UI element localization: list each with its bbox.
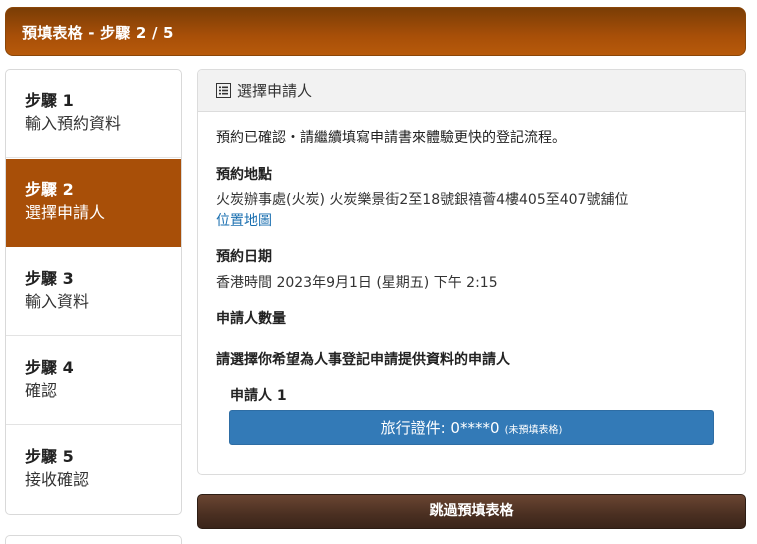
skip-prefill-button[interactable]: 跳過預填表格 [197, 494, 746, 529]
applicant-button-status: (未預填表格) [504, 425, 563, 436]
page-header: 預填表格 - 步驟 2 / 5 [5, 7, 746, 56]
step-number: 步驟 3 [25, 269, 74, 288]
step-name: 輸入預約資料 [25, 114, 122, 133]
step-number: 步驟 2 [25, 180, 74, 199]
step-4[interactable]: 步驟 4 確認 [6, 337, 181, 425]
step-number: 步驟 5 [25, 447, 74, 466]
steps-sidebar: 步驟 1 輸入預約資料 步驟 2 選擇申請人 步驟 3 輸入資料 步驟 4 確認… [5, 69, 182, 515]
step-2-active[interactable]: 步驟 2 選擇申請人 [6, 159, 181, 247]
step-name: 確認 [25, 381, 58, 400]
list-icon [216, 83, 231, 98]
location-map-link[interactable]: 位置地圖 [216, 210, 272, 230]
step-name: 選擇申請人 [25, 203, 106, 222]
applicant-1-button[interactable]: 旅行證件: 0****0 (未預填表格) [229, 410, 714, 445]
step-1[interactable]: 步驟 1 輸入預約資料 [6, 70, 181, 158]
select-applicant-panel: 選擇申請人 預約已確認・請繼續填寫申請書來體驗更快的登記流程。 預約地點 火炭辦… [197, 69, 746, 475]
location-label: 預約地點 [216, 167, 272, 183]
applicant-count-label: 申請人數量 [216, 311, 286, 327]
panel-header: 選擇申請人 [198, 70, 745, 112]
sidebar-secondary-box [5, 535, 182, 544]
location-value: 火炭辦事處(火炭) 火炭樂景街2至18號銀禧薈4樓405至407號舖位 [216, 192, 629, 208]
step-5[interactable]: 步驟 5 接收確認 [6, 426, 181, 514]
step-number: 步驟 1 [25, 91, 74, 110]
panel-title: 選擇申請人 [237, 82, 313, 100]
page-title: 預填表格 - 步驟 2 / 5 [22, 24, 174, 42]
step-name: 輸入資料 [25, 292, 90, 311]
step-name: 接收確認 [25, 470, 90, 489]
applicant-button-text: 旅行證件: 0****0 [380, 419, 500, 437]
date-value: 香港時間 2023年9月1日 (星期五) 下午 2:15 [216, 275, 498, 291]
select-applicant-prompt: 請選擇你希望為人事登記申請提供資料的申請人 [216, 352, 510, 368]
step-number: 步驟 4 [25, 358, 74, 377]
step-3[interactable]: 步驟 3 輸入資料 [6, 248, 181, 336]
applicant-1-label: 申請人 1 [230, 388, 287, 404]
date-label: 預約日期 [216, 249, 272, 265]
confirmation-message: 預約已確認・請繼續填寫申請書來體驗更快的登記流程。 [216, 130, 566, 146]
